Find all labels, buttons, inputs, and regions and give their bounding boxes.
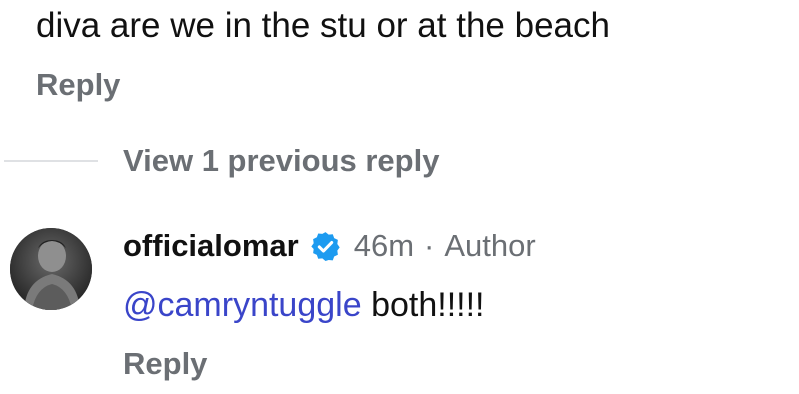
verified-badge-icon xyxy=(309,230,342,263)
avatar[interactable] xyxy=(10,228,92,310)
mention-link[interactable]: @camryntuggle xyxy=(123,286,362,324)
reply-comment-body: both!!!!! xyxy=(361,286,485,324)
parent-reply-button[interactable]: Reply xyxy=(36,66,120,104)
timestamp: 46m xyxy=(353,228,415,263)
thread-divider xyxy=(4,160,98,162)
reply-comment-text: @camryntuggle both!!!!! xyxy=(123,284,484,326)
view-previous-replies-button[interactable]: View 1 previous reply xyxy=(123,142,439,180)
author-label: Author xyxy=(444,228,536,263)
username[interactable]: officialomar xyxy=(123,227,299,265)
avatar-photo xyxy=(10,228,92,310)
separator-dot: · xyxy=(424,228,435,263)
comment-thread: diva are we in the stu or at the beach R… xyxy=(0,0,799,394)
reply-comment-reply-button[interactable]: Reply xyxy=(123,345,207,383)
parent-comment-text: diva are we in the stu or at the beach xyxy=(36,6,610,45)
reply-comment-header: officialomar 46m · Author xyxy=(123,226,536,266)
